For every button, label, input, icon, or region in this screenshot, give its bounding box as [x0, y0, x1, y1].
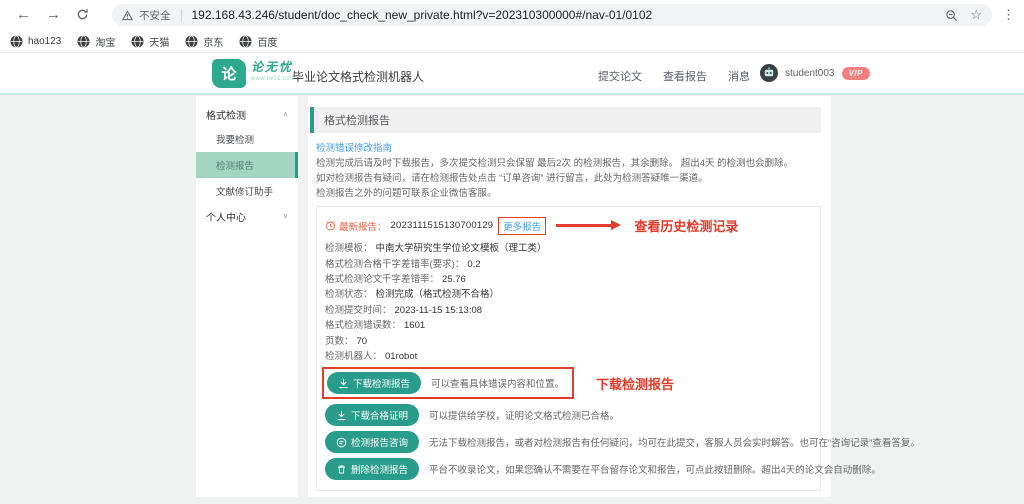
chevron-down-icon: ∨ [283, 212, 288, 220]
latest-report-number: 2023111515130700129 [391, 220, 494, 231]
browser-menu-icon[interactable]: ⋮ [1002, 7, 1015, 23]
warning-icon [122, 10, 133, 21]
bookmarks-bar: hao123 淘宝 天猫 京东 百度 [0, 30, 1024, 53]
annotation-download-note: 下载检测报告 [596, 374, 674, 393]
report-field-row: 检测状态：检测完成（格式检测不合格） [325, 289, 810, 300]
error-guide-link[interactable]: 检测错误修改指南 [316, 140, 392, 154]
app-title: 毕业论文格式检测机器人 [292, 68, 424, 85]
latest-report-row: 最新报告： 2023111515130700129 更多报告 查看历史检测记录 [325, 216, 810, 235]
reload-icon[interactable] [76, 8, 89, 21]
bookmark-item[interactable]: 天猫 [131, 34, 169, 49]
globe-icon [77, 35, 90, 48]
report-field-row: 格式检测合格千字差错率(要求)：0.2 [325, 259, 810, 270]
nav-submit-thesis[interactable]: 提交论文 [598, 68, 642, 84]
annotation-box-download: 下载检测报告 可以查看具体错误内容和位置。 [322, 367, 574, 399]
main-panel: 格式检测报告 检测错误修改指南 检测完成后请及时下载报告，多次提交检测只会保留 … [308, 96, 831, 497]
report-field-row: 检测机器人：01robot [325, 351, 810, 362]
annotation-arrow [556, 224, 612, 227]
download-report-button[interactable]: 下载检测报告 [327, 372, 421, 394]
avatar[interactable] [760, 64, 778, 82]
report-field-row: 格式检测论文千字差错率：25.76 [325, 274, 810, 285]
action-row: 检测报告咨询 无法下载检测报告，或者对检测报告有任何疑问，均可在此提交，客服人员… [325, 431, 810, 453]
globe-icon [10, 35, 23, 48]
alarm-clock-icon [325, 220, 336, 231]
delete-report-button[interactable]: 删除检测报告 [325, 458, 419, 480]
logo-book-icon: 论 [212, 59, 246, 88]
url-text[interactable]: 192.168.43.246/student/doc_check_new_pri… [192, 8, 940, 22]
logo-site: www.lw51.com [251, 76, 295, 82]
more-reports-link[interactable]: 更多报告 [503, 222, 541, 233]
action-row: 下载检测报告 可以查看具体错误内容和位置。 下载检测报告 [325, 367, 810, 399]
zoom-icon[interactable] [945, 9, 958, 22]
user-area[interactable]: student003 VIP [760, 64, 870, 82]
download-icon [336, 410, 347, 421]
sidebar-item-revision-assistant[interactable]: 文献修订助手 [196, 178, 298, 204]
report-field-row: 检测提交时间：2023-11-15 15:13:08 [325, 305, 810, 316]
logo-name: 论无忧 [251, 61, 295, 73]
sidebar-item-check-report[interactable]: 检测报告 [196, 152, 298, 178]
nav-messages[interactable]: 消息 [728, 68, 750, 84]
browser-toolbar: ← → 不安全 192.168.43.246/student/doc_check… [0, 0, 1024, 30]
action-row: 下载合格证明 可以提供给学校，证明论文格式检测已合格。 [325, 404, 810, 426]
annotation-box-more-report: 更多报告 [498, 217, 546, 235]
annotation-history-note: 查看历史检测记录 [634, 216, 738, 235]
logo: 论无忧 www.lw51.com [251, 61, 295, 82]
sidebar-group-format-check[interactable]: 格式检测 ∧ [196, 102, 298, 126]
chevron-up-icon: ∧ [283, 110, 288, 118]
action-row: 删除检测报告 平台不收录论文，如果您确认不需要在平台留存论文和报告，可点此按钮删… [325, 458, 810, 480]
globe-icon [239, 35, 252, 48]
sidebar-item-start-check[interactable]: 我要检测 [196, 126, 298, 152]
report-box: 最新报告： 2023111515130700129 更多报告 查看历史检测记录 … [316, 206, 821, 491]
bookmark-item[interactable]: hao123 [10, 35, 61, 48]
title-accent-bar [310, 107, 314, 133]
security-label: 不安全 [139, 8, 171, 23]
forward-icon[interactable]: → [46, 7, 61, 23]
page-title-band: 格式检测报告 [310, 107, 821, 133]
sidebar-group-personal-center[interactable]: 个人中心 ∨ [196, 204, 298, 228]
header-nav: 提交论文 查看报告 消息 [598, 68, 750, 84]
notice-text: 检测完成后请及时下载报告，多次提交检测只会保留 最后2次 的检测报告，其余删除。… [316, 157, 821, 200]
app-header: 论 论无忧 www.lw51.com 毕业论文格式检测机器人 提交论文 查看报告… [0, 54, 1024, 95]
globe-icon [131, 35, 144, 48]
bookmark-star-icon[interactable]: ☆ [970, 7, 982, 23]
latest-report-label: 最新报告： [339, 219, 387, 233]
address-bar[interactable]: 不安全 192.168.43.246/student/doc_check_new… [112, 4, 992, 26]
trash-icon [336, 464, 347, 475]
download-icon [338, 378, 349, 389]
globe-icon [185, 35, 198, 48]
report-field-row: 格式检测错误数：1601 [325, 320, 810, 331]
divider [181, 9, 182, 22]
back-icon[interactable]: ← [16, 7, 31, 23]
download-certificate-button[interactable]: 下载合格证明 [325, 404, 419, 426]
bookmark-item[interactable]: 百度 [239, 34, 277, 49]
bookmark-item[interactable]: 淘宝 [77, 34, 115, 49]
nav-view-report[interactable]: 查看报告 [663, 68, 707, 84]
report-field-row: 页数：70 [325, 336, 810, 347]
chat-icon [336, 437, 347, 448]
username: student003 [785, 68, 835, 79]
vip-badge: VIP [842, 67, 870, 80]
page-title: 格式检测报告 [324, 112, 390, 128]
sidebar: 格式检测 ∧ 我要检测 检测报告 文献修订助手 个人中心 ∨ [196, 96, 298, 497]
bookmark-item[interactable]: 京东 [185, 34, 223, 49]
report-field-row: 检测模板：中南大学研究生学位论文模板（理工类） [325, 243, 810, 254]
report-consult-button[interactable]: 检测报告咨询 [325, 431, 419, 453]
